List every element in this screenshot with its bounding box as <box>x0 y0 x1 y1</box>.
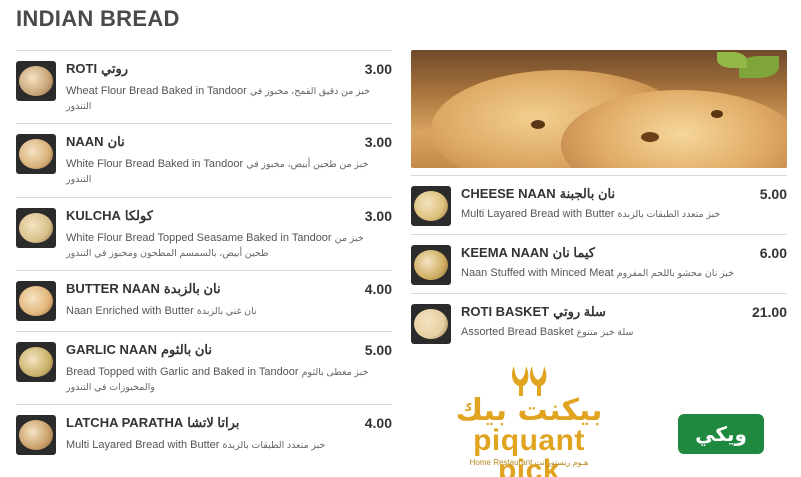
menu-item-description-ar: خبز متعدد الطبقات بالزبدة <box>617 209 721 220</box>
wiki-logo-text: ويكي <box>695 422 747 446</box>
menu-item-price: 6.00 <box>759 245 787 261</box>
menu-item-thumbnail <box>411 186 451 226</box>
menu-item-name: ROTI BASKET سلة روتي <box>461 304 606 320</box>
menu-item-name-en: KEEMA NAAN <box>461 245 549 260</box>
menu-item-name: GARLIC NAAN نان بالثوم <box>66 342 212 358</box>
bread-image <box>19 347 53 377</box>
menu-item-price: 3.00 <box>364 61 392 77</box>
menu-item-name-en: NAAN <box>66 134 104 149</box>
menu-item-thumbnail <box>16 134 56 174</box>
bread-image <box>19 420 53 450</box>
menu-item-name-ar: نان بالزبدة <box>163 281 221 296</box>
menu-item-description-en: Naan Enriched with Butter <box>66 305 194 317</box>
menu-item-name-en: GARLIC NAAN <box>66 342 157 357</box>
page-title: INDIAN BREAD <box>16 6 180 31</box>
menu-item-price: 5.00 <box>759 186 787 202</box>
menu-item[interactable]: CHEESE NAAN نان بالجبنة 5.00 Multi Layared … <box>411 175 787 234</box>
menu-item-description: Multi Layared Bread with Butter خبز متعد… <box>66 438 370 453</box>
menu-item-description-en: White Flour Bread Topped Seasame Baked i… <box>66 232 332 244</box>
menu-item-price: 4.00 <box>364 415 392 431</box>
bread-image <box>414 309 448 339</box>
menu-item-name-ar: نان <box>107 134 125 149</box>
bread-image <box>19 139 53 169</box>
menu-item[interactable]: KULCHA كولكا 3.00 White Flour Bread Topped … <box>16 197 392 270</box>
menu-item-name-ar: سلة روتي <box>553 304 606 319</box>
menu-item[interactable]: ROTI روتي 3.00 Wheat Flour Bread Baked in T… <box>16 50 392 123</box>
menu-item[interactable]: LATCHA PARATHA براتا لاتشا 4.00 Multi Layar… <box>16 404 392 469</box>
hero-bread-image <box>411 50 787 168</box>
menu-item-name-en: KULCHA <box>66 208 121 223</box>
menu-item-thumbnail <box>411 245 451 285</box>
menu-item-description: Assorted Bread Basket سلة خبز متنوع <box>461 325 765 340</box>
menu-item-description-en: Bread Topped with Garlic and Baked in Ta… <box>66 366 299 378</box>
menu-item-description-ar: خبز متعدد الطبقات بالزبدة <box>222 440 326 451</box>
menu-item-description-en: Multi Layared Bread with Butter <box>66 439 220 451</box>
menu-item-name: LATCHA PARATHA براتا لاتشا <box>66 415 239 431</box>
menu-item-name-en: ROTI <box>66 61 98 76</box>
menu-item-description-en: Multi Layared Bread with Butter <box>461 208 615 220</box>
menu-item-price: 3.00 <box>364 208 392 224</box>
menu-item-thumbnail <box>16 342 56 382</box>
menu-item-description-en: White Flour Bread Baked in Tandoor <box>66 158 244 170</box>
menu-item-description: Multi Layared Bread with Butter خبز متعد… <box>461 207 765 222</box>
bread-image <box>414 191 448 221</box>
menu-item[interactable]: GARLIC NAAN نان بالثوم 5.00 Bread Topped wi… <box>16 331 392 404</box>
menu-item-name-ar: روتي <box>101 61 129 76</box>
menu-item-description-en: Naan Stuffed with Minced Meat <box>461 267 614 279</box>
menu-item-name-ar: كولكا <box>124 208 153 223</box>
bread-image <box>19 66 53 96</box>
menu-item-name: CHEESE NAAN نان بالجبنة <box>461 186 615 202</box>
menu-item-name-ar: نان بالثوم <box>161 342 212 357</box>
menu-item-name-en: LATCHA PARATHA <box>66 415 184 430</box>
menu-item[interactable]: BUTTER NAAN نان بالزبدة 4.00 Naan Enriched … <box>16 270 392 331</box>
menu-item-name: ROTI روتي <box>66 61 128 77</box>
logo-subtitle: Home Restaurant هـوم ريستورانت <box>469 458 589 467</box>
menu-item-thumbnail <box>411 304 451 344</box>
menu-item-description-ar: سلة خبز متنوع <box>576 327 634 338</box>
menu-item-description: Naan Stuffed with Minced Meat خبز نان مح… <box>461 266 765 281</box>
bread-image <box>414 250 448 280</box>
menu-item-name: KEEMA NAAN كيما نان <box>461 245 595 261</box>
menu-item-thumbnail <box>16 281 56 321</box>
bread-image <box>19 286 53 316</box>
menu-item-description: White Flour Bread Baked in Tandoor خبز م… <box>66 157 370 187</box>
menu-item-price: 4.00 <box>364 281 392 297</box>
menu-item-name: BUTTER NAAN نان بالزبدة <box>66 281 221 297</box>
menu-item-description: Bread Topped with Garlic and Baked in Ta… <box>66 365 370 395</box>
menu-item-name-ar: براتا لاتشا <box>187 415 240 430</box>
menu-item-description-en: Assorted Bread Basket <box>461 326 574 338</box>
menu-item-description-ar: نان غني بالزبدة <box>196 306 257 317</box>
menu-item-description-en: Wheat Flour Bread Baked in Tandoor <box>66 85 247 97</box>
menu-item-price: 21.00 <box>751 304 787 320</box>
piquant-pick-logo: بيكنت بيك piquant pick Home Restaurant ه… <box>446 364 612 477</box>
menu-item-name: KULCHA كولكا <box>66 208 153 224</box>
menu-item-description-ar: خبز نان محشو باللحم المفروم <box>616 268 734 279</box>
menu-item-description: Naan Enriched with Butter نان غني بالزبد… <box>66 304 370 319</box>
logo-arabic-name: بيكنت بيك <box>455 393 603 428</box>
wiki-logo: ويكي <box>678 414 764 454</box>
menu-item-thumbnail <box>16 61 56 101</box>
menu-item-name-ar: نان بالجبنة <box>559 186 616 201</box>
menu-item-description: White Flour Bread Topped Seasame Baked i… <box>66 231 370 261</box>
menu-item[interactable]: ROTI BASKET سلة روتي 21.00 Assorted Bread B… <box>411 293 787 352</box>
menu-item-price: 5.00 <box>364 342 392 358</box>
menu-item[interactable]: KEEMA NAAN كيما نان 6.00 Naan Stuffed with … <box>411 234 787 293</box>
menu-item-name-en: ROTI BASKET <box>461 304 550 319</box>
menu-item-name-en: CHEESE NAAN <box>461 186 556 201</box>
menu-item-price: 3.00 <box>364 134 392 150</box>
bread-image <box>19 213 53 243</box>
logo-english-name: piquant pick <box>473 424 585 477</box>
menu-item-name-en: BUTTER NAAN <box>66 281 160 296</box>
menu-item-name-ar: كيما نان <box>552 245 595 260</box>
menu-item-thumbnail <box>16 415 56 455</box>
menu-item-thumbnail <box>16 208 56 248</box>
menu-item-description: Wheat Flour Bread Baked in Tandoor خبز م… <box>66 84 370 114</box>
menu-item-name: NAAN نان <box>66 134 125 150</box>
menu-item[interactable]: NAAN نان 3.00 White Flour Bread Baked in Ta… <box>16 123 392 197</box>
